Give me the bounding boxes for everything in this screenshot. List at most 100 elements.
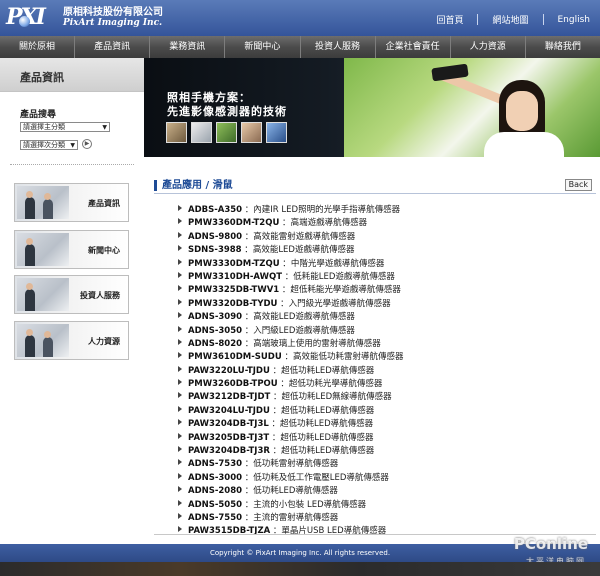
- company-logo[interactable]: PXI: [6, 4, 58, 30]
- product-model[interactable]: ADNS-3050: [188, 326, 242, 336]
- product-model[interactable]: ADBS-A350: [188, 205, 242, 215]
- model-separator: ：: [270, 392, 282, 403]
- product-model[interactable]: PAW3205DB-TJ3T: [188, 433, 269, 443]
- nav-item-products[interactable]: 產品資訊: [75, 36, 151, 58]
- nav-item-hr[interactable]: 人力資源: [451, 36, 526, 58]
- product-model[interactable]: PAW3204DB-TJ3R: [188, 446, 270, 456]
- model-separator: ：: [269, 365, 282, 376]
- search-go-button[interactable]: ▶: [82, 139, 92, 149]
- product-item[interactable]: PMW3360DM-T2QU ：高端遊戲導航傳感器: [178, 217, 403, 230]
- back-button[interactable]: Back: [564, 179, 592, 191]
- product-item[interactable]: ADNS-3090 ：高效能LED遊戲導航傳感器: [178, 311, 403, 324]
- product-model[interactable]: ADNS-3090: [188, 312, 242, 322]
- product-model[interactable]: ADNS-7550: [188, 513, 242, 523]
- product-description: 低功耗及低工作電壓LED導航傳感器: [253, 472, 389, 483]
- dropdown-arrow-icon: ▼: [70, 142, 75, 149]
- nav-item-csr[interactable]: 企業社會責任: [376, 36, 451, 58]
- sub-category-select[interactable]: 請選擇次分類 ▼: [20, 140, 78, 150]
- product-item[interactable]: PAW3220LU-TJDU ：超低功耗LED導航傳感器: [178, 365, 403, 378]
- product-item[interactable]: PAW3204DB-TJ3L ：超低功耗LED導航傳感器: [178, 418, 403, 431]
- product-item[interactable]: PMW3260DB-TPOU ：超低功耗光學導航傳感器: [178, 378, 403, 391]
- product-item[interactable]: PAW3204DB-TJ3R ：超低功耗LED導航傳感器: [178, 445, 403, 458]
- product-item[interactable]: ADNS-8020 ：高端玻璃上使用的雷射導航傳感器: [178, 338, 403, 351]
- product-model[interactable]: PMW3330DM-TZQU: [188, 259, 280, 269]
- product-item[interactable]: ADNS-9800 ：高效能雷射遊戲導航傳感器: [178, 231, 403, 244]
- product-item[interactable]: PMW3330DM-TZQU ：中階光學遊戲導航傳感器: [178, 258, 403, 271]
- product-model[interactable]: ADNS-7530: [188, 459, 242, 469]
- product-model[interactable]: PAW3212DB-TJDT: [188, 392, 270, 402]
- product-model[interactable]: ADNS-5050: [188, 500, 242, 510]
- product-item[interactable]: ADBS-A350 ：內建IR LED照明的光學手指導航傳感器: [178, 204, 403, 217]
- card-photo: [17, 233, 69, 266]
- product-model[interactable]: PMW3325DB-TWV1: [188, 285, 279, 295]
- product-item[interactable]: PAW3205DB-TJ3T ：超低功耗LED導航傳感器: [178, 432, 403, 445]
- banner-thumb[interactable]: [191, 122, 212, 143]
- product-model[interactable]: ADNS-8020: [188, 339, 242, 349]
- sitemap-link[interactable]: 網站地圖: [492, 13, 528, 26]
- card-label: 投資人服務: [80, 291, 120, 300]
- banner-thumb[interactable]: [241, 122, 262, 143]
- product-model[interactable]: PAW3220LU-TJDU: [188, 366, 270, 376]
- product-item[interactable]: PMW3325DB-TWV1 ：超低耗能光學遊戲導航傳感器: [178, 284, 403, 297]
- model-separator: ：: [242, 325, 254, 336]
- product-item[interactable]: ADNS-7530 ：低功耗雷射導航傳感器: [178, 458, 403, 471]
- model-separator: ：: [242, 312, 254, 323]
- product-model[interactable]: PMW3610DM-SUDU: [188, 352, 282, 362]
- english-link[interactable]: English: [558, 15, 591, 25]
- product-item[interactable]: ADNS-5050 ：主流的小包裝 LED導航傳感器: [178, 499, 403, 512]
- product-model[interactable]: PMW3360DM-T2QU: [188, 218, 279, 228]
- product-item[interactable]: ADNS-3050 ：入門級LED遊戲導航傳感器: [178, 325, 403, 338]
- sub-category-value: 請選擇次分類: [23, 141, 65, 149]
- product-item[interactable]: PAW3204LU-TJDU ：超低功耗LED導航傳感器: [178, 405, 403, 418]
- product-item[interactable]: SDNS-3988 ：高效能LED遊戲導航傳感器: [178, 244, 403, 257]
- nav-item-sales[interactable]: 業務資訊: [150, 36, 226, 58]
- product-description: 超低功耗LED導航傳感器: [280, 419, 374, 430]
- product-model[interactable]: ADNS-9800: [188, 232, 242, 242]
- model-separator: ：: [241, 245, 253, 256]
- sidebar-card-products[interactable]: 產品資訊: [14, 183, 129, 222]
- product-item[interactable]: ADNS-3000 ：低功耗及低工作電壓LED導航傳感器: [178, 472, 403, 485]
- bullet-arrow-icon: [178, 472, 182, 479]
- product-model[interactable]: ADNS-2080: [188, 486, 242, 496]
- card-photo: [17, 324, 69, 357]
- sidebar-card-investors[interactable]: 投資人服務: [14, 275, 129, 314]
- nav-item-contact[interactable]: 聯絡我們: [526, 36, 600, 58]
- product-item[interactable]: PMW3310DH-AWQT ：低耗能LED遊戲導航傳感器: [178, 271, 403, 284]
- model-separator: ：: [269, 405, 282, 416]
- banner-thumb[interactable]: [166, 122, 187, 143]
- product-item[interactable]: ADNS-2080 ：低功耗LED導航傳感器: [178, 485, 403, 498]
- product-model[interactable]: SDNS-3988: [188, 245, 242, 255]
- product-description: 超低耗能光學遊戲導航傳感器: [290, 285, 401, 296]
- home-link[interactable]: 回首頁: [436, 13, 463, 26]
- card-label: 產品資訊: [88, 199, 120, 208]
- model-separator: ：: [277, 298, 289, 309]
- sidebar-card-news[interactable]: 新聞中心: [14, 230, 129, 269]
- product-model[interactable]: PAW3204DB-TJ3L: [188, 419, 269, 429]
- product-model[interactable]: PMW3320DB-TYDU: [188, 299, 277, 309]
- model-separator: ：: [242, 499, 254, 510]
- banner-thumb[interactable]: [216, 122, 237, 143]
- bullet-arrow-icon: [178, 405, 182, 412]
- main-category-value: 請選擇主分類: [23, 123, 65, 131]
- main-category-select[interactable]: 請選擇主分類 ▼: [20, 122, 110, 132]
- product-model[interactable]: PMW3310DH-AWQT: [188, 272, 282, 282]
- product-model[interactable]: ADNS-3000: [188, 473, 242, 483]
- product-item[interactable]: PMW3610DM-SUDU ：高效能低功耗雷射導航傳感器: [178, 351, 403, 364]
- bullet-arrow-icon: [178, 205, 182, 211]
- product-description: 超低功耗LED導航傳感器: [281, 446, 375, 457]
- sidebar-card-hr[interactable]: 人力資源: [14, 321, 129, 360]
- company-name: 原相科技股份有限公司 PixArt Imaging Inc.: [63, 7, 163, 29]
- banner-thumb[interactable]: [266, 122, 287, 143]
- product-item[interactable]: PMW3320DB-TYDU ：入門級光學遊戲導航傳感器: [178, 298, 403, 311]
- product-item[interactable]: ADNS-7550 ：主流的雷射導航傳感器: [178, 512, 403, 525]
- product-item[interactable]: PAW3212DB-TJDT ：超低功耗LED無線導航傳感器: [178, 391, 403, 404]
- nav-item-about[interactable]: 關於原相: [0, 36, 76, 58]
- bullet-arrow-icon: [178, 312, 182, 319]
- model-separator: ：: [242, 231, 254, 242]
- nav-item-investors[interactable]: 投資人服務: [301, 36, 376, 58]
- bullet-arrow-icon: [178, 271, 182, 278]
- nav-item-news[interactable]: 新聞中心: [225, 36, 301, 58]
- product-item[interactable]: PAW3515DB-TJZA ：單晶片USB LED導航傳感器: [178, 525, 403, 538]
- product-model[interactable]: PAW3204LU-TJDU: [188, 406, 270, 416]
- product-model[interactable]: PMW3260DB-TPOU: [188, 379, 278, 389]
